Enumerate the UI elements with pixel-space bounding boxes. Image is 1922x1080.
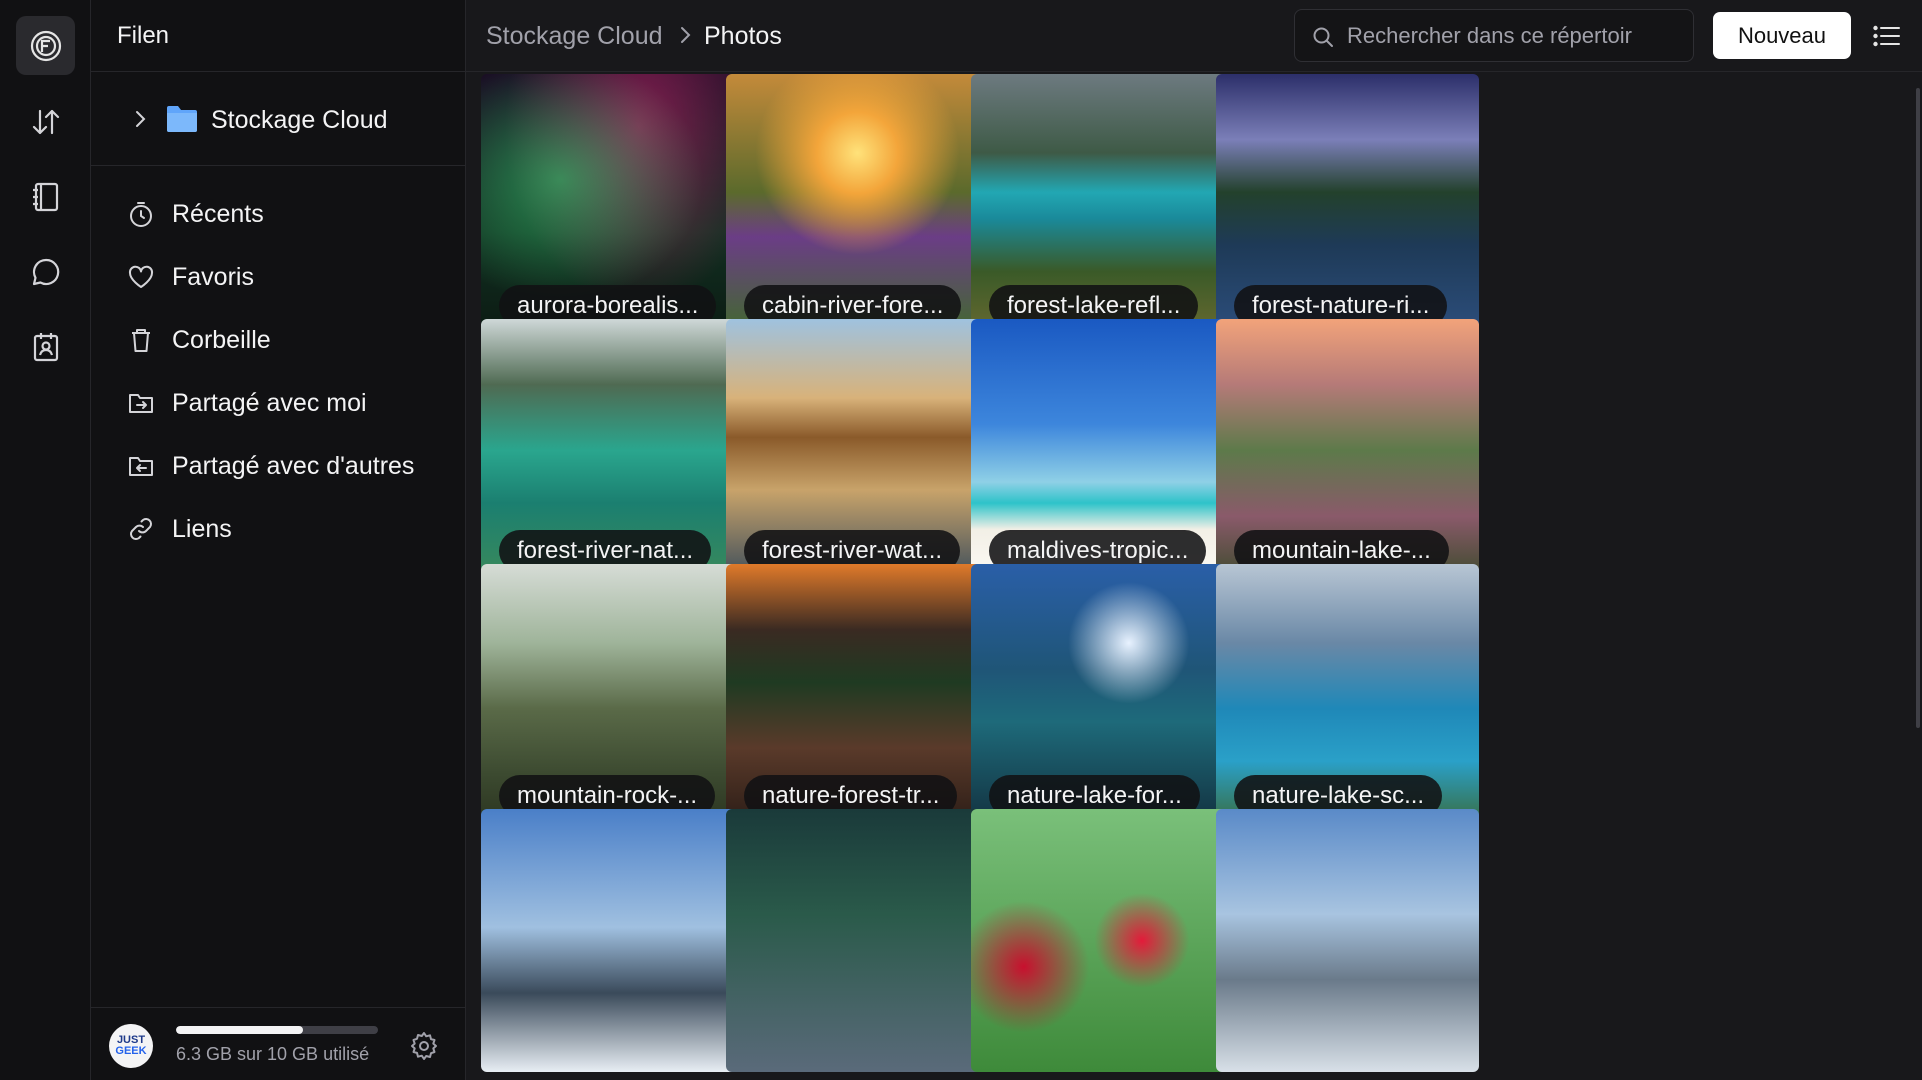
file-tile[interactable]: mountain-rock-... — [481, 564, 744, 827]
sidebar-item-label: Favoris — [172, 263, 254, 291]
clock-icon — [127, 200, 155, 228]
sidebar: Filen Stockage Cloud Récents Favoris Cor… — [91, 0, 466, 1080]
file-tile[interactable] — [971, 809, 1234, 1072]
file-thumbnail — [726, 809, 989, 1072]
contacts-icon[interactable] — [16, 317, 75, 376]
transfers-icon[interactable] — [16, 92, 75, 151]
new-button[interactable]: Nouveau — [1713, 12, 1851, 59]
scrollbar[interactable] — [1916, 88, 1920, 728]
filen-logo-icon[interactable] — [16, 16, 75, 75]
file-tile[interactable] — [1216, 809, 1479, 1072]
heart-icon — [127, 263, 155, 291]
storage-footer: JUST GEEK 6.3 GB sur 10 GB utilisé — [91, 1007, 466, 1080]
notes-icon[interactable] — [16, 167, 75, 226]
list-view-icon[interactable] — [1871, 20, 1903, 52]
gear-icon[interactable] — [408, 1030, 440, 1062]
file-tile[interactable]: maldives-tropic... — [971, 319, 1234, 582]
file-tile[interactable] — [481, 809, 744, 1072]
link-icon — [127, 515, 155, 543]
file-tile[interactable]: cabin-river-fore... — [726, 74, 989, 337]
top-bar: Stockage Cloud Photos Nouveau — [466, 0, 1922, 72]
sidebar-item-trash[interactable]: Corbeille — [91, 312, 466, 368]
tree-item-cloud-drive[interactable]: Stockage Cloud — [91, 90, 466, 150]
search-icon — [1313, 27, 1333, 47]
file-thumbnail — [971, 809, 1234, 1072]
storage-progress-fill — [176, 1026, 304, 1034]
file-grid: aurora-borealis... cabin-river-fore... for… — [466, 72, 1922, 1080]
file-tile[interactable]: forest-lake-refl... — [971, 74, 1234, 337]
breadcrumb-root[interactable]: Stockage Cloud — [486, 22, 663, 51]
file-tile[interactable]: nature-lake-sc... — [1216, 564, 1479, 827]
shared-out-icon — [127, 452, 155, 480]
sidebar-item-label: Partagé avec moi — [172, 389, 367, 417]
app-rail — [0, 0, 91, 1080]
sidebar-item-recents[interactable]: Récents — [91, 186, 466, 242]
app-title: Filen — [91, 0, 465, 72]
sidebar-item-shared-with-others[interactable]: Partagé avec d'autres — [91, 438, 466, 494]
file-tile[interactable] — [726, 809, 989, 1072]
sidebar-item-shared-with-me[interactable]: Partagé avec moi — [91, 375, 466, 431]
sidebar-divider — [91, 165, 466, 166]
storage-progress-bar — [176, 1026, 378, 1034]
file-thumbnail — [481, 809, 744, 1072]
search-box[interactable] — [1294, 9, 1694, 62]
breadcrumb-current: Photos — [704, 22, 782, 50]
file-tile[interactable]: forest-nature-ri... — [1216, 74, 1479, 337]
trash-icon — [127, 326, 155, 354]
file-tile[interactable]: nature-forest-tr... — [726, 564, 989, 827]
sidebar-item-label: Liens — [172, 515, 232, 543]
sidebar-item-label: Corbeille — [172, 326, 271, 354]
sidebar-item-label: Partagé avec d'autres — [172, 452, 415, 480]
file-tile[interactable]: nature-lake-for... — [971, 564, 1234, 827]
file-tile[interactable]: aurora-borealis... — [481, 74, 744, 337]
avatar[interactable]: JUST GEEK — [109, 1024, 153, 1068]
sidebar-item-favorites[interactable]: Favoris — [91, 249, 466, 305]
app-window: Filen Stockage Cloud Récents Favoris Cor… — [0, 0, 1922, 1080]
storage-usage-text: 6.3 GB sur 10 GB utilisé — [176, 1044, 370, 1064]
chat-icon[interactable] — [16, 242, 75, 301]
file-tile[interactable]: mountain-lake-... — [1216, 319, 1479, 582]
search-input[interactable] — [1347, 10, 1687, 61]
sidebar-item-links[interactable]: Liens — [91, 501, 466, 557]
file-thumbnail — [1216, 809, 1479, 1072]
file-tile[interactable]: forest-river-wat... — [726, 319, 989, 582]
tree-item-label: Stockage Cloud — [211, 106, 388, 134]
chevron-right-icon — [681, 27, 691, 43]
file-tile[interactable]: forest-river-nat... — [481, 319, 744, 582]
chevron-right-icon[interactable] — [129, 108, 151, 130]
sidebar-item-label: Récents — [172, 200, 264, 228]
shared-in-icon — [127, 389, 155, 417]
folder-icon — [167, 106, 197, 132]
avatar-line2: GEEK — [115, 1045, 147, 1057]
